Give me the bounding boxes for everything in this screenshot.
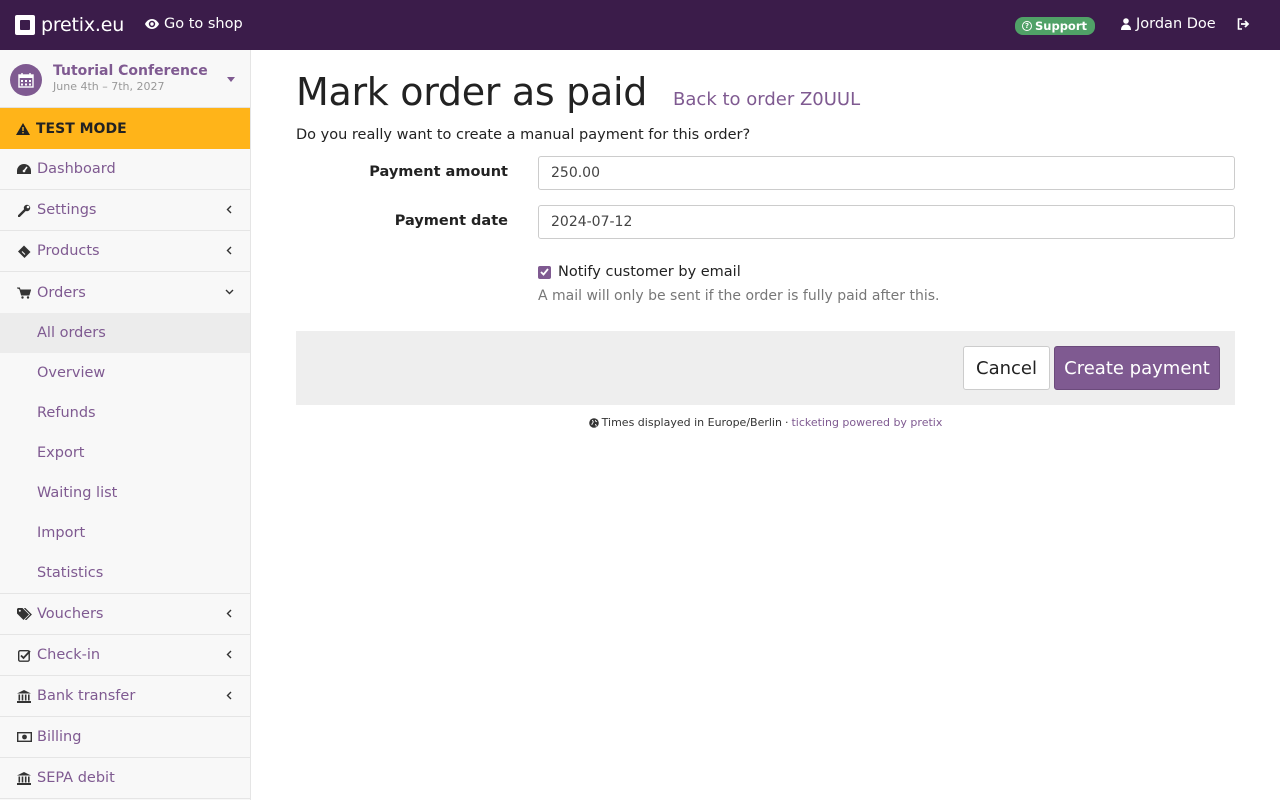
- sidebar-subitem-export[interactable]: Export: [0, 433, 250, 473]
- footer-separator: ·: [784, 416, 789, 429]
- check-square-icon: [16, 649, 32, 662]
- back-to-order-link[interactable]: Back to order Z0UUL: [673, 89, 860, 110]
- pretix-logo-icon: [15, 15, 35, 35]
- sidebar-item-orders[interactable]: Orders: [0, 272, 250, 313]
- page-header: Mark order as paid Back to order Z0UUL: [296, 70, 860, 114]
- ticket-icon: [16, 245, 32, 258]
- page-title: Mark order as paid: [296, 70, 648, 114]
- timezone-text: Times displayed in Europe/Berlin: [601, 416, 782, 429]
- eye-icon: [145, 19, 159, 29]
- chevron-down-icon: [225, 289, 234, 295]
- sidebar-subitem-overview[interactable]: Overview: [0, 353, 250, 393]
- logout-button[interactable]: [1237, 18, 1250, 30]
- top-navbar: pretix.eu Go to shop ? Support Jordan Do…: [0, 0, 1280, 50]
- test-mode-banner: TEST MODE: [0, 108, 250, 149]
- caret-down-icon: [227, 77, 235, 82]
- chevron-left-icon: [226, 691, 232, 700]
- shopping-cart-icon: [16, 287, 32, 299]
- sidebar-item-settings[interactable]: Settings: [0, 190, 250, 231]
- bank-icon: [16, 689, 32, 703]
- sidebar-item-label: SEPA debit: [37, 770, 115, 786]
- brand-link[interactable]: pretix.eu: [15, 14, 124, 36]
- checkmark-icon: [540, 268, 549, 276]
- user-name: Jordan Doe: [1136, 16, 1216, 32]
- confirmation-question: Do you really want to create a manual pa…: [296, 127, 751, 143]
- sidebar-subitem-refunds[interactable]: Refunds: [0, 393, 250, 433]
- event-switcher[interactable]: Tutorial Conference June 4th – 7th, 2027: [0, 50, 250, 108]
- money-icon: [16, 732, 32, 742]
- wrench-icon: [16, 204, 32, 217]
- footer: Times displayed in Europe/Berlin · ticke…: [296, 416, 1235, 429]
- sidebar-item-label: Vouchers: [37, 606, 104, 622]
- support-badge[interactable]: ? Support: [1015, 17, 1096, 35]
- event-name: Tutorial Conference: [53, 63, 208, 79]
- sidebar-item-dashboard[interactable]: Dashboard: [0, 149, 250, 190]
- sidebar-item-products[interactable]: Products: [0, 231, 250, 272]
- support-label: Support: [1035, 19, 1088, 33]
- question-circle-icon: ?: [1022, 21, 1032, 31]
- sidebar-item-label: Check-in: [37, 647, 101, 663]
- globe-icon: [588, 417, 599, 428]
- cancel-button[interactable]: Cancel: [963, 346, 1050, 390]
- sidebar: Tutorial Conference June 4th – 7th, 2027…: [0, 50, 251, 800]
- powered-by-link[interactable]: ticketing powered by pretix: [791, 416, 942, 429]
- notify-help-text: A mail will only be sent if the order is…: [538, 288, 940, 304]
- sidebar-item-vouchers[interactable]: Vouchers: [0, 594, 250, 635]
- calendar-icon: [10, 64, 42, 96]
- payment-date-input[interactable]: [538, 205, 1235, 239]
- sidebar-item-billing[interactable]: Billing: [0, 717, 250, 758]
- chevron-left-icon: [226, 246, 232, 255]
- user-icon: [1121, 18, 1131, 30]
- notify-customer-checkbox[interactable]: [538, 265, 551, 279]
- sidebar-item-label: Settings: [37, 202, 97, 218]
- sidebar-item-sepa-debit[interactable]: SEPA debit: [0, 758, 250, 799]
- sidebar-subitem-waiting-list[interactable]: Waiting list: [0, 473, 250, 513]
- notify-customer-label: Notify customer by email: [558, 264, 741, 280]
- sidebar-subitem-statistics[interactable]: Statistics: [0, 553, 250, 593]
- sidebar-item-label: Dashboard: [37, 161, 116, 177]
- sidebar-item-label: Billing: [37, 729, 82, 745]
- tags-icon: [16, 608, 32, 620]
- chevron-left-icon: [226, 205, 232, 214]
- payment-date-label: Payment date: [394, 213, 508, 229]
- go-to-shop-link[interactable]: Go to shop: [145, 16, 243, 32]
- sidebar-item-label: Bank transfer: [37, 688, 136, 704]
- sidebar-subitem-import[interactable]: Import: [0, 513, 250, 553]
- warning-icon: [16, 122, 30, 135]
- notify-customer-checkbox-row[interactable]: Notify customer by email: [538, 264, 741, 280]
- event-date: June 4th – 7th, 2027: [53, 80, 165, 93]
- sidebar-item-checkin[interactable]: Check-in: [0, 635, 250, 676]
- dashboard-icon: [16, 163, 32, 175]
- go-to-shop-label: Go to shop: [164, 16, 243, 32]
- sidebar-item-label: Orders: [37, 284, 86, 301]
- payment-date-row: Payment date: [296, 205, 1235, 239]
- sidebar-subitem-all-orders[interactable]: All orders: [0, 313, 250, 353]
- brand-name: pretix.eu: [41, 14, 125, 36]
- orders-submenu: All orders Overview Refunds Export Waiti…: [0, 313, 250, 594]
- chevron-left-icon: [226, 609, 232, 618]
- form-actions: Cancel Create payment: [296, 331, 1235, 405]
- chevron-left-icon: [226, 650, 232, 659]
- sidebar-item-label: Products: [37, 243, 100, 259]
- test-mode-label: TEST MODE: [36, 120, 127, 137]
- user-menu-link[interactable]: Jordan Doe: [1121, 16, 1216, 32]
- payment-amount-input[interactable]: [538, 156, 1235, 190]
- bank-icon: [16, 771, 32, 785]
- create-payment-button[interactable]: Create payment: [1054, 346, 1220, 390]
- sidebar-item-bank-transfer[interactable]: Bank transfer: [0, 676, 250, 717]
- payment-amount-row: Payment amount: [296, 156, 1235, 190]
- sign-out-icon: [1237, 18, 1250, 30]
- payment-amount-label: Payment amount: [369, 164, 508, 180]
